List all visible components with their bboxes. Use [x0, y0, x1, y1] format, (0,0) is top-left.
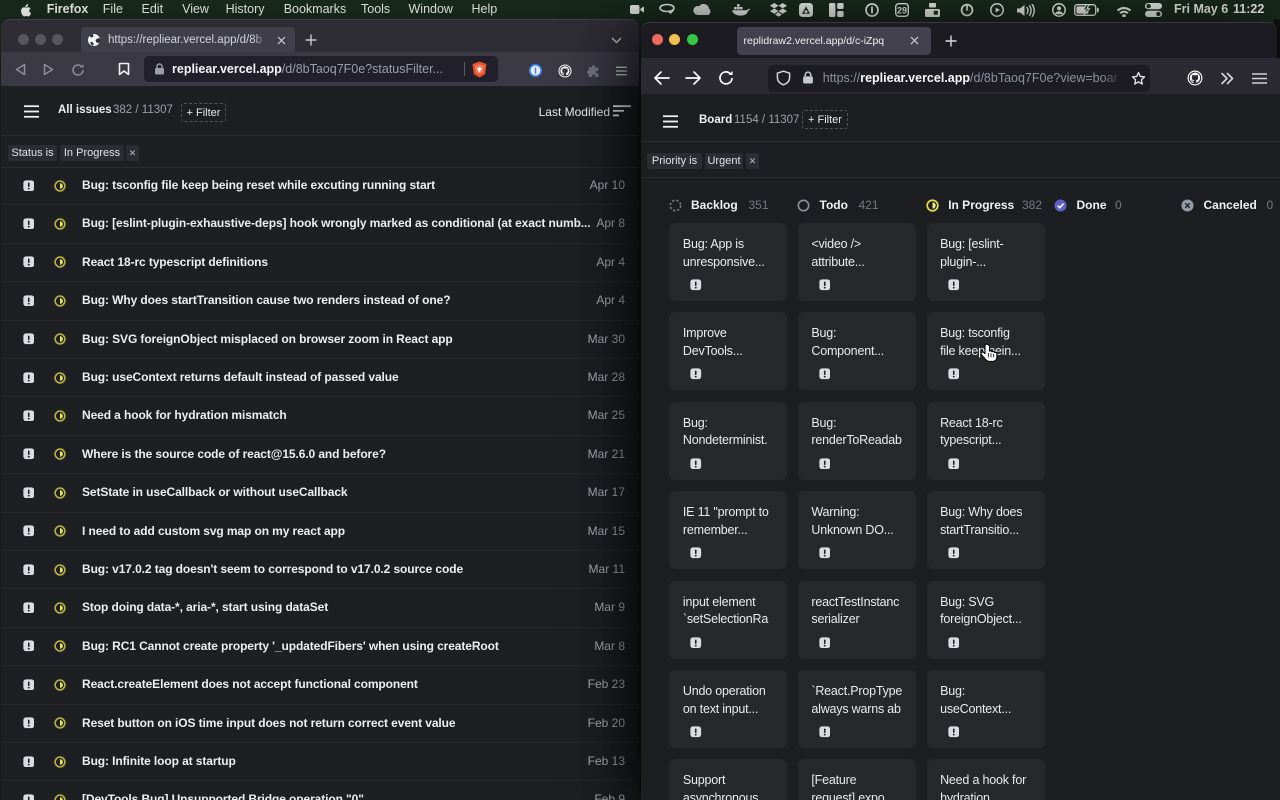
svg-text:29: 29	[897, 5, 907, 15]
